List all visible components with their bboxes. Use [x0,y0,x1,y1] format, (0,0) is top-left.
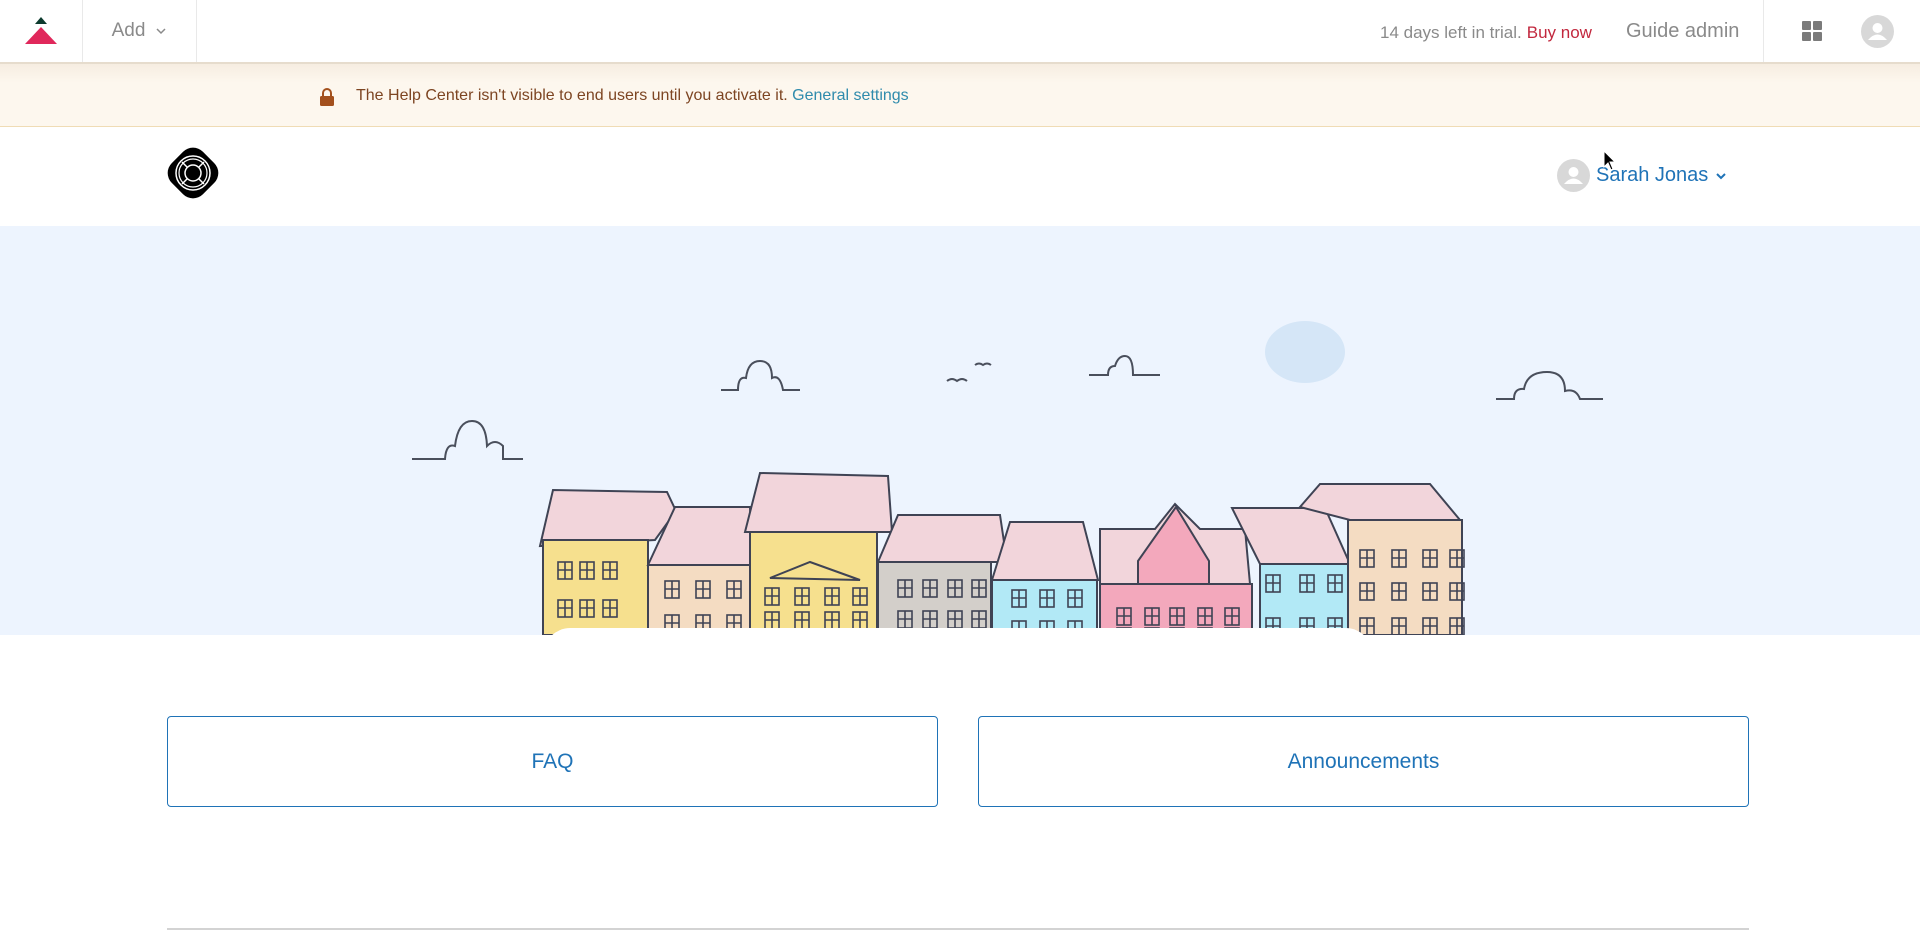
announcements-label: Announcements [1287,749,1440,773]
announcements-block[interactable]: Announcements [978,716,1749,807]
faq-label: FAQ [531,749,574,773]
lifebuoy-logo-icon[interactable] [167,147,219,199]
user-icon [1564,167,1583,184]
houses-illustration [412,321,1603,635]
user-avatar [1557,159,1590,192]
hero-section [0,226,1920,635]
user-icon [1868,23,1887,40]
faq-block[interactable]: FAQ [167,716,938,807]
apps-grid-icon[interactable] [1802,21,1822,41]
chevron-down-icon [156,28,166,35]
profile-avatar[interactable] [1861,15,1894,48]
search-bar[interactable] [543,628,1373,635]
add-label: Add [111,20,146,41]
general-settings-link[interactable]: General settings [792,87,909,104]
guide-admin-link[interactable]: Guide admin [1626,20,1739,43]
banner-message-text: The Help Center isn't visible to end use… [356,87,788,104]
divider [1763,0,1764,62]
lock-icon [320,88,334,106]
banner-message: The Help Center isn't visible to end use… [356,87,909,105]
user-menu[interactable]: Sarah Jonas [1557,159,1728,192]
trial-text: 14 days left in trial. [1380,23,1522,42]
add-menu-button[interactable]: Add [83,0,197,62]
product-logo[interactable] [0,0,83,62]
activation-banner [0,64,1920,127]
buy-now-link[interactable]: Buy now [1527,23,1592,42]
mouse-cursor-icon [1603,150,1617,171]
chevron-down-icon [1716,172,1727,179]
zendesk-guide-logo-icon [25,17,57,44]
trial-status: 14 days left in trial. Buy now [1380,23,1592,43]
